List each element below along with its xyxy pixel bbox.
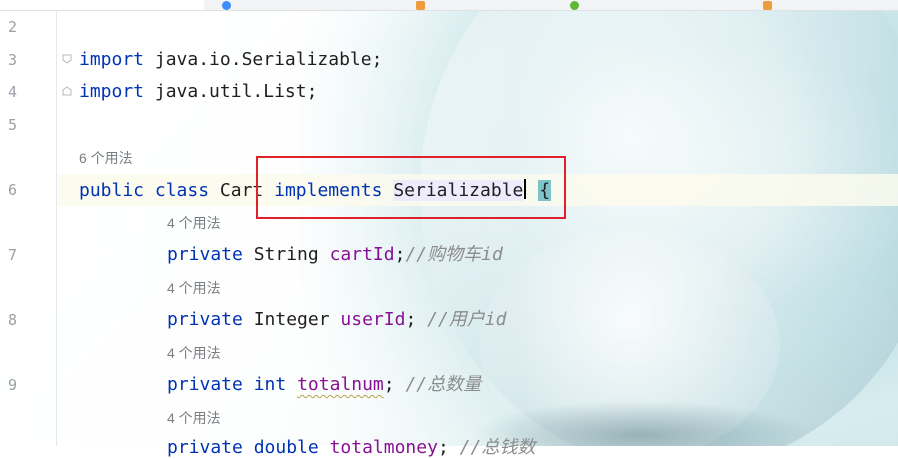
code-line-import-serializable[interactable]: import java.io.Serializable; <box>79 49 382 71</box>
code-line-field-cartid[interactable]: private String cartId;//购物车id <box>167 244 503 266</box>
xml-file-icon <box>763 1 773 10</box>
editor-tab[interactable] <box>0 0 205 10</box>
usage-hint[interactable]: 4 个用法 <box>167 344 221 362</box>
class-file-icon <box>569 1 579 10</box>
code-editor[interactable]: import java.io.Serializable; import java… <box>0 0 898 458</box>
xml-file-icon <box>415 1 425 10</box>
editor-tab[interactable] <box>763 0 880 10</box>
editor-tab[interactable] <box>415 0 552 10</box>
fold-start-icon[interactable] <box>62 54 72 64</box>
usage-hint[interactable]: 6 个用法 <box>79 149 133 167</box>
code-line-field-userid[interactable]: private Integer userId; //用户id <box>167 309 506 331</box>
class-file-icon <box>222 1 232 10</box>
editor-tab-strip <box>0 0 898 11</box>
annotation-highlight-box <box>256 156 566 219</box>
usage-hint[interactable]: 4 个用法 <box>167 279 221 297</box>
editor-tab[interactable] <box>569 0 745 10</box>
usage-hint[interactable]: 4 个用法 <box>167 214 221 232</box>
code-line-field-totalmoney[interactable]: private double totalmoney; //总钱数 <box>167 437 535 459</box>
code-line-field-totalnum[interactable]: private int totalnum; //总数量 <box>167 374 481 396</box>
editor-tab[interactable] <box>222 0 397 10</box>
usage-hint[interactable]: 4 个用法 <box>167 409 221 427</box>
fold-end-icon[interactable] <box>62 86 72 96</box>
code-line-import-list[interactable]: import java.util.List; <box>79 81 317 103</box>
